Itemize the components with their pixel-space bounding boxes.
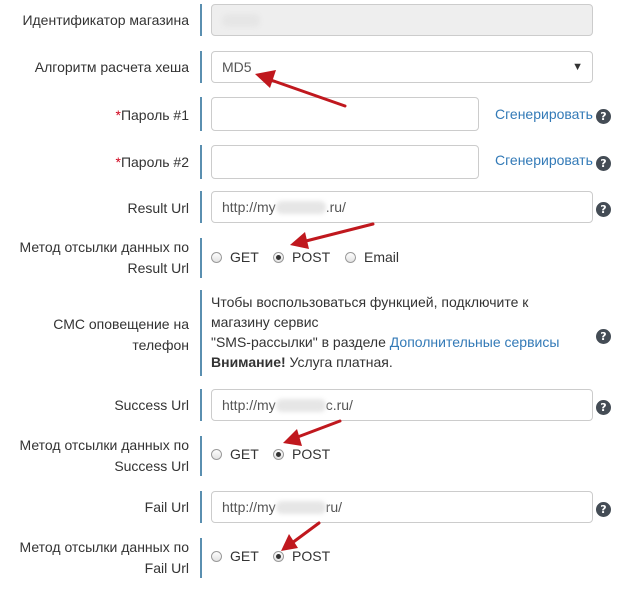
shop-id-row: Идентификатор магазина <box>0 0 631 40</box>
help-icon[interactable]: ? <box>596 156 611 171</box>
success-url-row: Success Url http://my c.ru/ ? <box>0 388 631 424</box>
success-method-get-radio[interactable]: GET <box>211 445 259 463</box>
result-method-email-radio[interactable]: Email <box>345 248 399 266</box>
fail-method-row: Метод отсылки данных по Fail Url GET POS… <box>0 536 631 582</box>
success-method-row: Метод отсылки данных по Success Url GET … <box>0 434 631 480</box>
radio-icon <box>211 252 222 263</box>
caret-down-icon: ▼ <box>572 61 583 73</box>
radio-selected-icon <box>273 252 284 263</box>
hash-algo-label: Алгоритм расчета хеша <box>34 59 189 75</box>
shop-id-label: Идентификатор магазина <box>22 12 189 28</box>
radio-selected-icon <box>273 551 284 562</box>
result-method-get-radio[interactable]: GET <box>211 248 259 266</box>
sms-label: СМС оповещение на телефон <box>53 316 189 353</box>
fail-url-input[interactable]: http://my ru/ <box>211 491 593 523</box>
field-accent-bar <box>200 191 202 223</box>
success-method-label: Метод отсылки данных по Success Url <box>19 437 189 474</box>
redacted-value <box>275 501 326 514</box>
generate-password2-link[interactable]: Сгенерировать <box>495 151 593 169</box>
password2-row: *Пароль #2 Сгенерировать ? <box>0 144 631 180</box>
redacted-value <box>275 201 326 214</box>
field-accent-bar <box>200 97 202 131</box>
field-accent-bar <box>200 290 202 376</box>
password2-label: *Пароль #2 <box>115 154 190 170</box>
hash-algo-select[interactable]: MD5 ▼ <box>211 51 593 83</box>
radio-icon <box>211 449 222 460</box>
fail-method-label: Метод отсылки данных по Fail Url <box>19 539 189 576</box>
field-accent-bar <box>200 436 202 476</box>
help-icon[interactable]: ? <box>596 202 611 217</box>
radio-icon <box>345 252 356 263</box>
warning-label: Внимание! <box>211 354 286 370</box>
result-method-post-radio[interactable]: POST <box>273 248 330 266</box>
fail-url-row: Fail Url http://my ru/ ? <box>0 490 631 526</box>
help-icon[interactable]: ? <box>596 502 611 517</box>
success-url-label: Success Url <box>114 397 189 413</box>
fail-method-get-radio[interactable]: GET <box>211 547 259 565</box>
result-url-input[interactable]: http://my .ru/ <box>211 191 593 223</box>
success-url-input[interactable]: http://my c.ru/ <box>211 389 593 421</box>
result-method-row: Метод отсылки данных по Result Url GET P… <box>0 236 631 282</box>
password1-input[interactable] <box>211 97 479 131</box>
sms-description: Чтобы воспользоваться функцией, подключи… <box>211 294 560 370</box>
fail-method-post-radio[interactable]: POST <box>273 547 330 565</box>
help-icon[interactable]: ? <box>596 329 611 344</box>
password2-input[interactable] <box>211 145 479 179</box>
radio-selected-icon <box>273 449 284 460</box>
result-url-label: Result Url <box>127 200 189 216</box>
success-method-post-radio[interactable]: POST <box>273 445 330 463</box>
help-icon[interactable]: ? <box>596 109 611 124</box>
field-accent-bar <box>200 238 202 278</box>
generate-password1-link[interactable]: Сгенерировать <box>495 105 593 123</box>
field-accent-bar <box>200 538 202 578</box>
shop-id-input[interactable] <box>211 4 593 36</box>
result-method-label: Метод отсылки данных по Result Url <box>19 239 189 276</box>
radio-icon <box>211 551 222 562</box>
result-url-row: Result Url http://my .ru/ ? <box>0 190 631 226</box>
field-accent-bar <box>200 51 202 83</box>
password1-label: *Пароль #1 <box>115 107 190 123</box>
fail-url-label: Fail Url <box>144 499 189 515</box>
redacted-value <box>222 14 260 27</box>
field-accent-bar <box>200 4 202 36</box>
hash-algo-row: Алгоритм расчета хеша MD5 ▼ <box>0 50 631 86</box>
redacted-value <box>275 399 326 412</box>
field-accent-bar <box>200 389 202 421</box>
help-icon[interactable]: ? <box>596 400 611 415</box>
password1-row: *Пароль #1 Сгенерировать ? <box>0 96 631 132</box>
field-accent-bar <box>200 491 202 523</box>
field-accent-bar <box>200 145 202 179</box>
additional-services-link[interactable]: Дополнительные сервисы <box>390 334 560 350</box>
hash-algo-selected-value: MD5 <box>222 59 252 75</box>
